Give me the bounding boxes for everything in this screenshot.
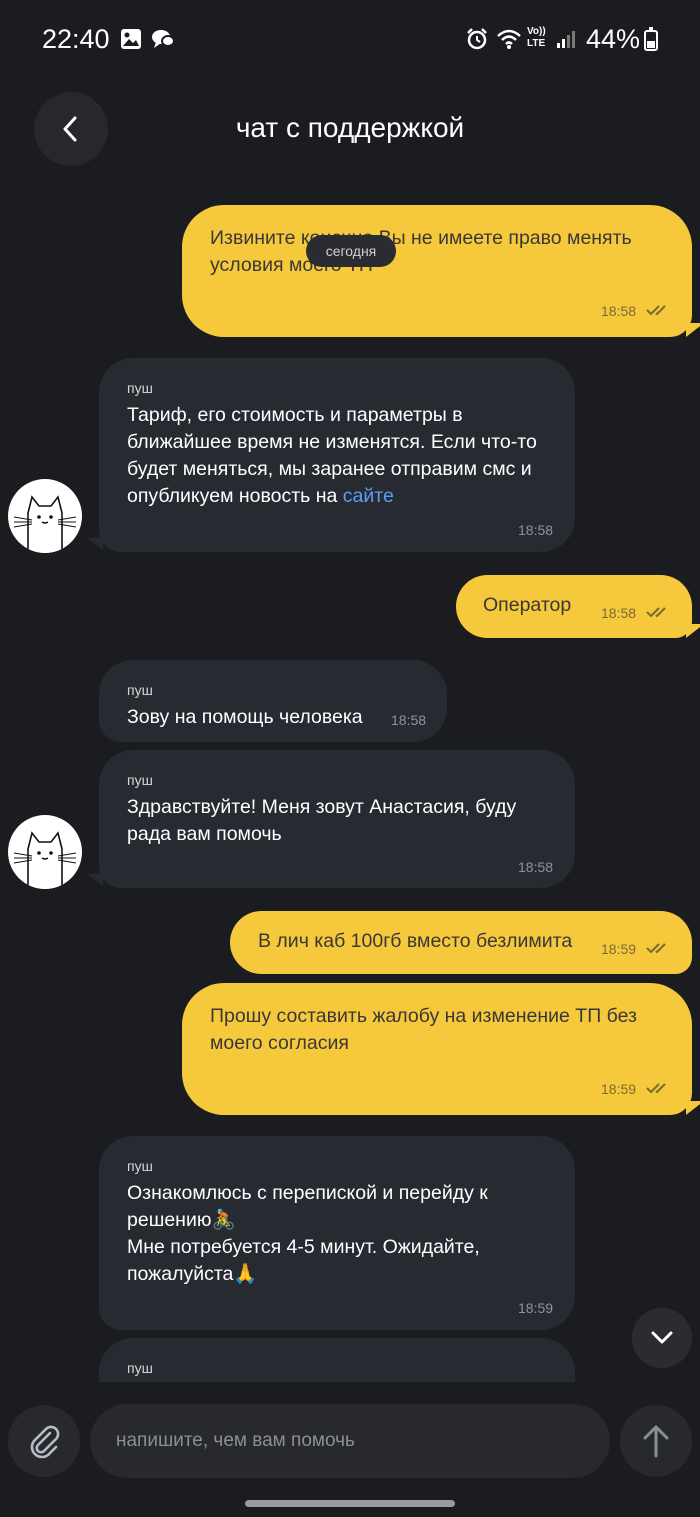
message-time: 18:58 (601, 605, 637, 621)
sender-name: пуш (127, 1158, 153, 1174)
message-time: 18:58 (518, 859, 554, 875)
bubble-tail (87, 874, 103, 886)
double-check-icon (646, 607, 666, 618)
attach-button[interactable] (8, 1405, 80, 1477)
scroll-down-button[interactable] (632, 1308, 692, 1368)
message-incoming: пуш Тариф, его стоимость и параметры в б… (99, 358, 575, 552)
message-outgoing: В лич каб 100гб вместо безлимита 18:59 (230, 911, 692, 974)
sender-name: пуш (127, 1360, 153, 1376)
bubble-tail (686, 1101, 700, 1115)
cat-avatar-icon (13, 495, 77, 553)
message-text: Прошу составить жалобу на изменение ТП б… (210, 1005, 637, 1054)
chat-messages[interactable]: Извините конечно Вы не имеете право меня… (0, 190, 700, 1382)
message-text-body: Тариф, его стоимость и параметры в ближа… (127, 404, 537, 507)
sender-name: пуш (127, 772, 153, 788)
bubble-tail (87, 538, 103, 550)
message-icon (151, 28, 175, 55)
volte-top-label: Vo)) (527, 26, 546, 37)
message-text: В лич каб 100гб вместо безлимита (258, 930, 573, 952)
message-text: Здравствуйте! Меня зовут Анастасия, буду… (127, 796, 517, 845)
site-link[interactable]: сайте (343, 485, 394, 507)
battery-percent: 44% (586, 24, 641, 54)
message-text: Ознакомлюсь с перепиской и перейду к реш… (127, 1182, 488, 1285)
arrow-up-icon (643, 1425, 669, 1458)
message-time: 18:58 (518, 522, 554, 538)
page-title: чат с поддержкой (235, 112, 465, 143)
double-check-icon (646, 943, 666, 954)
message-time: 18:58 (601, 303, 637, 319)
chevron-down-icon (651, 1331, 673, 1344)
send-button[interactable] (620, 1405, 692, 1477)
network-label: LTE (527, 38, 546, 49)
message-text: Тариф, его стоимость и параметры в ближа… (127, 402, 557, 510)
signal-icon (555, 28, 577, 55)
message-incoming: пуш (99, 1338, 575, 1382)
alarm-icon (466, 28, 488, 55)
home-indicator[interactable] (245, 1500, 455, 1507)
paperclip-icon (30, 1425, 60, 1459)
message-incoming: пуш Зову на помощь человека 18:58 (99, 660, 447, 742)
sender-name: пуш (127, 682, 153, 698)
volte-icon: Vo)) LTE (527, 26, 546, 50)
message-time: 18:59 (518, 1300, 554, 1316)
message-time: 18:59 (601, 1081, 637, 1097)
message-outgoing: Прошу составить жалобу на изменение ТП б… (182, 983, 692, 1115)
sender-name: пуш (127, 380, 153, 396)
message-outgoing: Извините конечно Вы не имеете право меня… (182, 205, 692, 337)
double-check-icon (646, 305, 666, 316)
battery-fill (647, 41, 655, 48)
avatar (8, 815, 82, 889)
message-outgoing: Оператор 18:58 (456, 575, 692, 638)
message-time: 18:58 (391, 712, 427, 728)
status-time: 22:40 (42, 24, 110, 54)
message-incoming: пуш Здравствуйте! Меня зовут Анастасия, … (99, 750, 575, 888)
message-time: 18:59 (601, 941, 637, 957)
gallery-icon (120, 28, 142, 55)
message-incoming: пуш Ознакомлюсь с перепиской и перейду к… (99, 1136, 575, 1330)
status-bar: 22:40 Vo)) LTE 44% (0, 0, 700, 80)
message-text: Зову на помощь человека (127, 706, 363, 728)
message-input[interactable] (90, 1404, 610, 1478)
message-text: Оператор (483, 594, 572, 616)
bubble-tail (686, 323, 700, 337)
battery-icon (644, 27, 658, 51)
cat-avatar-icon (13, 831, 77, 889)
bubble-tail (686, 624, 700, 638)
date-separator: сегодня (306, 235, 396, 267)
message-text: Извините конечно Вы не имеете право меня… (210, 227, 632, 276)
avatar (8, 479, 82, 553)
wifi-icon (496, 28, 522, 55)
double-check-icon (646, 1083, 666, 1094)
